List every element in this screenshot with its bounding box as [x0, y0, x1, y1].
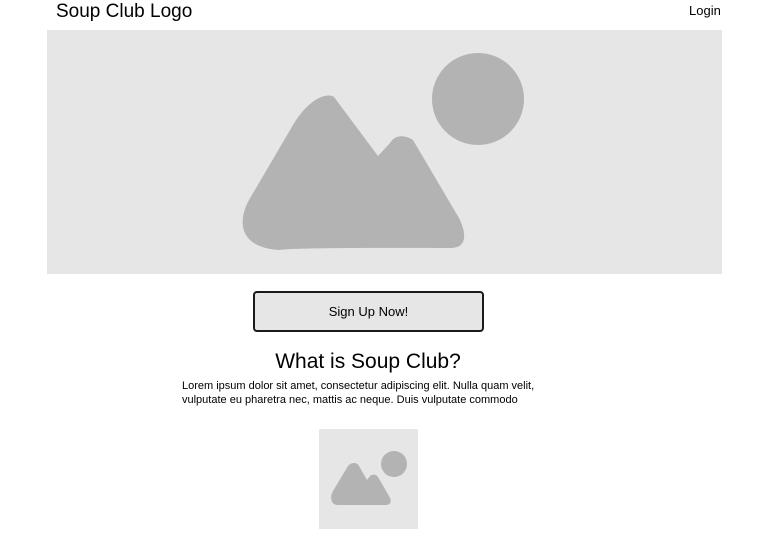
- image-placeholder-icon: [331, 451, 407, 505]
- hero-image: [47, 30, 722, 274]
- about-image: [319, 429, 418, 529]
- about-heading: What is Soup Club?: [275, 350, 461, 373]
- logo[interactable]: Soup Club Logo: [56, 1, 192, 23]
- about-body-text: Lorem ipsum dolor sit amet, consectetur …: [182, 380, 535, 406]
- login-link[interactable]: Login: [689, 3, 721, 19]
- sign-up-button[interactable]: Sign Up Now!: [253, 291, 484, 332]
- image-placeholder-icon: [242, 53, 524, 251]
